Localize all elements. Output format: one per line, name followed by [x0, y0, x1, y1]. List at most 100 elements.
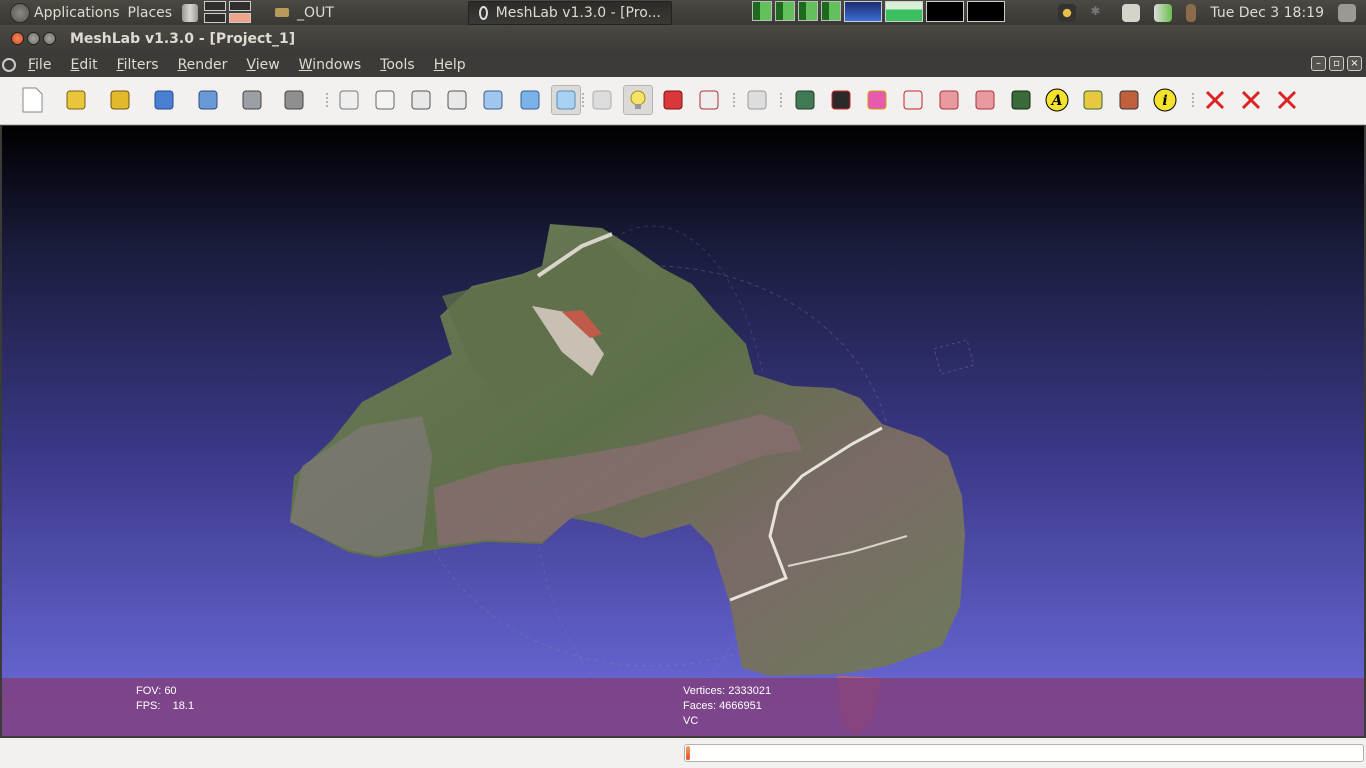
bluetooth-icon[interactable]: ✱ — [1090, 4, 1108, 22]
applications-label: Applications — [34, 4, 120, 21]
delete-faces-icon[interactable] — [1200, 85, 1230, 115]
workspace-4[interactable] — [229, 13, 252, 23]
quality-icon[interactable] — [694, 85, 724, 115]
svg-text:A: A — [1050, 93, 1063, 109]
save-icon[interactable] — [193, 85, 223, 115]
reload-icon[interactable] — [149, 85, 179, 115]
workspace-switcher[interactable] — [204, 1, 253, 24]
workspace-2[interactable] — [229, 1, 252, 11]
select-faces-icon[interactable] — [898, 85, 928, 115]
select-vertices-icon[interactable] — [934, 85, 964, 115]
open-icon[interactable] — [61, 85, 91, 115]
mdi-minimize-icon[interactable]: – — [1311, 56, 1326, 71]
places-label: Places — [127, 4, 173, 21]
mdi-close-icon[interactable]: × — [1347, 56, 1362, 71]
taskbar-item-meshlab[interactable]: MeshLab v1.3.0 - [Pro... — [467, 0, 672, 25]
power-icon[interactable] — [1338, 3, 1356, 22]
toolbar-separator — [326, 93, 328, 109]
clock[interactable]: Tue Dec 3 18:19 — [1210, 5, 1324, 21]
trackball-marker — [933, 339, 975, 375]
3d-viewport[interactable]: FOV: 60 FPS: 18.1 Vertices: 2333021 Face… — [0, 126, 1366, 736]
vertices-readout: Vertices: 2333021 — [683, 685, 772, 697]
workspace-3[interactable] — [204, 13, 227, 23]
toolbar-separator — [1192, 93, 1194, 109]
cpu-monitor[interactable] — [844, 1, 882, 22]
select-connected-icon[interactable] — [970, 85, 1000, 115]
mdi-restore-icon[interactable]: ▫ — [1329, 56, 1344, 71]
battery-icon[interactable] — [752, 1, 772, 21]
mesh-render[interactable] — [2, 126, 1364, 736]
network-monitor[interactable] — [926, 1, 964, 22]
flat-icon[interactable] — [515, 85, 545, 115]
indicator-area: ✱ Tue Dec 3 18:19 — [1058, 0, 1366, 25]
mail-icon[interactable] — [1122, 3, 1141, 22]
hidden-lines-icon[interactable] — [442, 85, 472, 115]
info-icon[interactable]: i — [1150, 85, 1180, 115]
pidgin-icon[interactable] — [1058, 3, 1077, 22]
info-overlay: FOV: 60 FPS: 18.1 Vertices: 2333021 Face… — [2, 678, 1364, 736]
maximize-icon[interactable] — [43, 32, 56, 45]
wireframe-icon[interactable] — [406, 85, 436, 115]
flat-lines-icon[interactable] — [478, 85, 508, 115]
measure-icon[interactable] — [790, 85, 820, 115]
menu-view[interactable]: View — [246, 57, 279, 73]
folder-icon — [275, 8, 290, 17]
menu-bar: File Edit Filters Render View Windows To… — [0, 52, 1366, 77]
delete-all-icon[interactable] — [1272, 85, 1302, 115]
applications-menu[interactable]: Applications — [0, 0, 124, 25]
info-left: FOV: 60 FPS: 18.1 — [136, 684, 194, 714]
window-titlebar[interactable]: MeshLab v1.3.0 - [Project_1] — [0, 25, 1366, 52]
annotation-icon[interactable]: A — [1042, 85, 1072, 115]
disk-monitor[interactable] — [967, 1, 1005, 22]
smooth-icon[interactable] — [551, 85, 581, 115]
progress-bar — [684, 744, 1364, 762]
workspace-1[interactable] — [204, 1, 227, 11]
light-icon[interactable] — [623, 85, 653, 115]
align-icon[interactable] — [1006, 85, 1036, 115]
battery-icon[interactable] — [821, 1, 841, 21]
ubuntu-logo-icon — [10, 2, 30, 23]
delete-vertices-icon[interactable] — [1236, 85, 1266, 115]
menu-file[interactable]: File — [28, 57, 51, 73]
menu-windows[interactable]: Windows — [299, 57, 362, 73]
snapshot-icon[interactable] — [237, 85, 267, 115]
open-project-icon[interactable] — [105, 85, 135, 115]
network-signal-icon[interactable] — [1154, 3, 1173, 22]
window-title: MeshLab v1.3.0 - [Project_1] — [70, 30, 296, 47]
z-paint-icon[interactable] — [1114, 85, 1144, 115]
taskbar-meshlab-label: MeshLab v1.3.0 - [Pro... — [495, 4, 661, 21]
svg-text:i: i — [1162, 93, 1167, 109]
menu-filters[interactable]: Filters — [117, 57, 159, 73]
toolbar-separator — [582, 93, 584, 109]
bounding-box-icon[interactable] — [334, 85, 364, 115]
system-monitors — [752, 1, 1005, 22]
disk-icon[interactable] — [182, 3, 199, 22]
memory-monitor[interactable] — [885, 1, 923, 22]
battery-icon[interactable] — [798, 1, 818, 21]
menu-edit[interactable]: Edit — [70, 57, 97, 73]
texture-icon[interactable] — [587, 85, 617, 115]
screen: Applications Places _OUT MeshLab v1.3.0 … — [0, 0, 1366, 768]
paint-icon[interactable] — [862, 85, 892, 115]
pick-points-icon[interactable] — [826, 85, 856, 115]
taskbar-out-label: _OUT — [297, 4, 334, 21]
layers-icon[interactable] — [279, 85, 309, 115]
battery-icon[interactable] — [775, 1, 795, 21]
fps-readout: FPS: 18.1 — [136, 700, 195, 712]
new-document-icon[interactable] — [17, 85, 47, 115]
select-info-icon[interactable] — [742, 85, 772, 115]
brush-icon[interactable] — [1078, 85, 1108, 115]
minimize-icon[interactable] — [27, 32, 40, 45]
places-menu[interactable]: Places — [124, 0, 177, 25]
menu-help[interactable]: Help — [434, 57, 466, 73]
menu-render[interactable]: Render — [178, 57, 228, 73]
double-side-lighting-icon[interactable] — [658, 85, 688, 115]
top-panel: Applications Places _OUT MeshLab v1.3.0 … — [0, 0, 1366, 25]
menu-tools[interactable]: Tools — [380, 57, 415, 73]
taskbar-item-out[interactable]: _OUT — [271, 0, 338, 25]
points-icon[interactable] — [370, 85, 400, 115]
field-patch — [290, 416, 432, 556]
close-icon[interactable] — [11, 32, 24, 45]
info-right: Vertices: 2333021 Faces: 4666951 VC — [683, 684, 771, 729]
battery-status-icon[interactable] — [1186, 3, 1197, 22]
